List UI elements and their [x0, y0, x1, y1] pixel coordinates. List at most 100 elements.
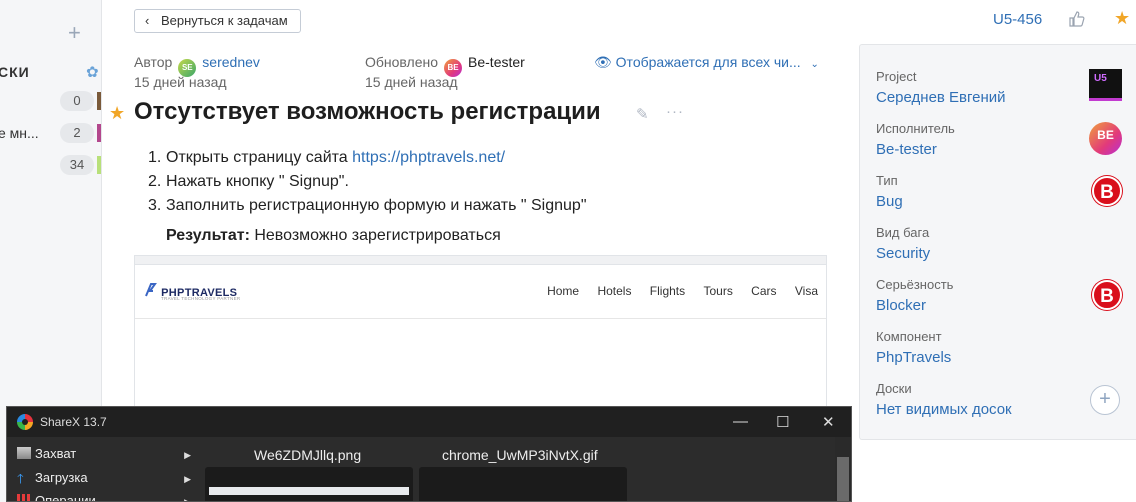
submenu-arrow-icon: ▶ [184, 450, 191, 460]
upload-icon: 🡑 [17, 471, 24, 486]
project-logo: U5 [1089, 69, 1122, 101]
nav-flights: Flights [649, 284, 686, 298]
back-to-tasks-button[interactable]: ‹ Вернуться к задачам [134, 9, 301, 33]
sharex-app-icon [17, 414, 33, 430]
nav-tours: Tours [703, 284, 733, 298]
color-marker [97, 156, 101, 174]
operations-icon [17, 494, 31, 501]
menu-operations[interactable]: Операции ▶ [17, 493, 197, 502]
prop-severity: Серьёзность Blocker [876, 277, 953, 314]
pencil-icon[interactable]: ✎ [636, 105, 649, 123]
prop-value-link[interactable]: Нет видимых досок [876, 401, 1012, 418]
file-name: We6ZDMJllq.png [254, 447, 362, 463]
site-link[interactable]: https://phptravels.net/ [352, 149, 505, 166]
eye-icon: 👁 [594, 54, 612, 70]
step-text: Нажать кнопку " Signup". [166, 173, 349, 190]
capture-icon [17, 447, 31, 459]
menu-label: Захват [35, 446, 77, 461]
bug-type-icon: B [1092, 176, 1122, 206]
color-marker [97, 124, 101, 142]
submenu-arrow-icon: ▶ [184, 474, 191, 484]
prop-label: Компонент [876, 329, 942, 344]
sidebar-item-label: е мн... [0, 125, 39, 141]
prop-value-link[interactable]: Be-tester [876, 141, 955, 158]
back-button-label: Вернуться к задачам [161, 13, 288, 28]
menu-upload[interactable]: 🡑 Загрузка ▶ [17, 470, 197, 490]
file-thumbnail[interactable] [419, 467, 627, 501]
more-options-icon[interactable]: ··· [666, 103, 684, 120]
prop-label: Серьёзность [876, 277, 954, 292]
close-icon[interactable]: ✕ [822, 413, 835, 431]
step-number: 2. [148, 173, 162, 190]
step-item: 2. Нажать кнопку " Signup". [148, 170, 587, 194]
sharex-window: ShareX 13.7 — ☐ ✕ Захват ▶ 🡑 Загрузка ▶ Опе… [6, 406, 852, 502]
prop-value-link[interactable]: PhpTravels [876, 349, 951, 366]
properties-panel: Project Середнев Евгений U5 Исполнитель … [859, 44, 1136, 440]
author-name-link[interactable]: serednev [202, 54, 260, 70]
add-board-icon[interactable]: + [1090, 385, 1120, 415]
sharex-titlebar[interactable]: ShareX 13.7 — ☐ ✕ [7, 407, 851, 437]
updated-meta: Обновлено BE Be-tester 15 дней назад [365, 54, 525, 90]
menu-capture[interactable]: Захват ▶ [17, 446, 197, 466]
count-badge: 2 [60, 123, 94, 143]
nav-hotels: Hotels [597, 284, 632, 298]
file-thumbnail[interactable] [205, 467, 413, 501]
prop-value-link[interactable]: Security [876, 245, 930, 262]
nav-home: Home [547, 284, 580, 298]
attached-screenshot[interactable]: PHPTRAVELS TRAVEL TECHNOLOGY PARTNER Hom… [134, 255, 827, 415]
visibility-label: Отображается для всех чи... [615, 54, 801, 70]
prop-value-link[interactable]: Blocker [876, 297, 953, 314]
prop-label: Тип [876, 173, 898, 188]
add-icon[interactable]: + [68, 20, 81, 46]
divider [135, 318, 826, 319]
prop-value-link[interactable]: Bug [876, 193, 903, 210]
step-text: Открыть страницу сайта [166, 149, 353, 166]
visibility-dropdown[interactable]: 👁 Отображается для всех чи... ⌄ [594, 54, 819, 71]
scrollbar-thumb[interactable] [837, 457, 849, 501]
minimize-icon[interactable]: — [733, 413, 748, 430]
updater-name[interactable]: Be-tester [468, 54, 525, 70]
author-time: 15 дней назад [134, 74, 227, 90]
prop-type: Тип Bug [876, 173, 903, 210]
star-icon[interactable]: ★ [1114, 8, 1130, 29]
count-badge: 34 [60, 155, 94, 175]
prop-label: Вид бага [876, 225, 930, 240]
favorite-star-icon[interactable]: ★ [109, 103, 125, 124]
result-text: Невозможно зарегистрироваться [249, 227, 501, 244]
prop-value-link[interactable]: Середнев Евгений [876, 89, 1006, 106]
severity-icon: B [1092, 280, 1122, 310]
step-item: 1. Открыть страницу сайта https://phptrav… [148, 146, 587, 170]
prop-project: Project Середнев Евгений [876, 69, 1006, 106]
maximize-icon[interactable]: ☐ [776, 413, 789, 431]
thumbnail-preview [209, 487, 409, 495]
color-marker [97, 92, 101, 110]
phptravels-logo: PHPTRAVELS TRAVEL TECHNOLOGY PARTNER [143, 282, 240, 301]
updated-label: Обновлено [365, 54, 439, 70]
steps-list: 1. Открыть страницу сайта https://phptrav… [148, 146, 587, 218]
step-number: 3. [148, 197, 162, 214]
thumbs-up-icon[interactable] [1068, 10, 1086, 28]
prop-assignee: Исполнитель Be-tester [876, 121, 955, 158]
scrollbar[interactable] [835, 437, 851, 501]
result-line: Результат: Невозможно зарегистрироваться [166, 227, 501, 245]
sidebar-section-label: СКИ [0, 64, 30, 80]
issue-id-link[interactable]: U5-456 [993, 11, 1042, 28]
chevron-down-icon: ⌄ [810, 59, 819, 70]
submenu-arrow-icon: ▶ [184, 497, 191, 502]
updated-time: 15 дней назад [365, 74, 458, 90]
prop-component: Компонент PhpTravels [876, 329, 951, 366]
nav-visa: Visa [794, 284, 818, 298]
sharex-title: ShareX 13.7 [40, 415, 107, 429]
file-name: chrome_UwMP3iNvtX.gif [442, 447, 598, 463]
step-item: 3. Заполнить регистрационную формую и наж… [148, 194, 587, 218]
step-number: 1. [148, 149, 162, 166]
nav-cars: Cars [751, 284, 777, 298]
count-badge: 0 [60, 91, 94, 111]
prop-boards: Доски Нет видимых досок [876, 381, 1012, 418]
gear-icon[interactable]: ✿ [86, 63, 99, 81]
menu-label: Загрузка [35, 470, 88, 485]
site-nav: Home Hotels Flights Tours Cars Visa [532, 284, 818, 298]
step-text: Заполнить регистрационную формую и нажат… [166, 197, 587, 214]
screenshot-topbar [135, 256, 826, 265]
issue-title: Отсутствует возможность регистрации [134, 98, 601, 125]
